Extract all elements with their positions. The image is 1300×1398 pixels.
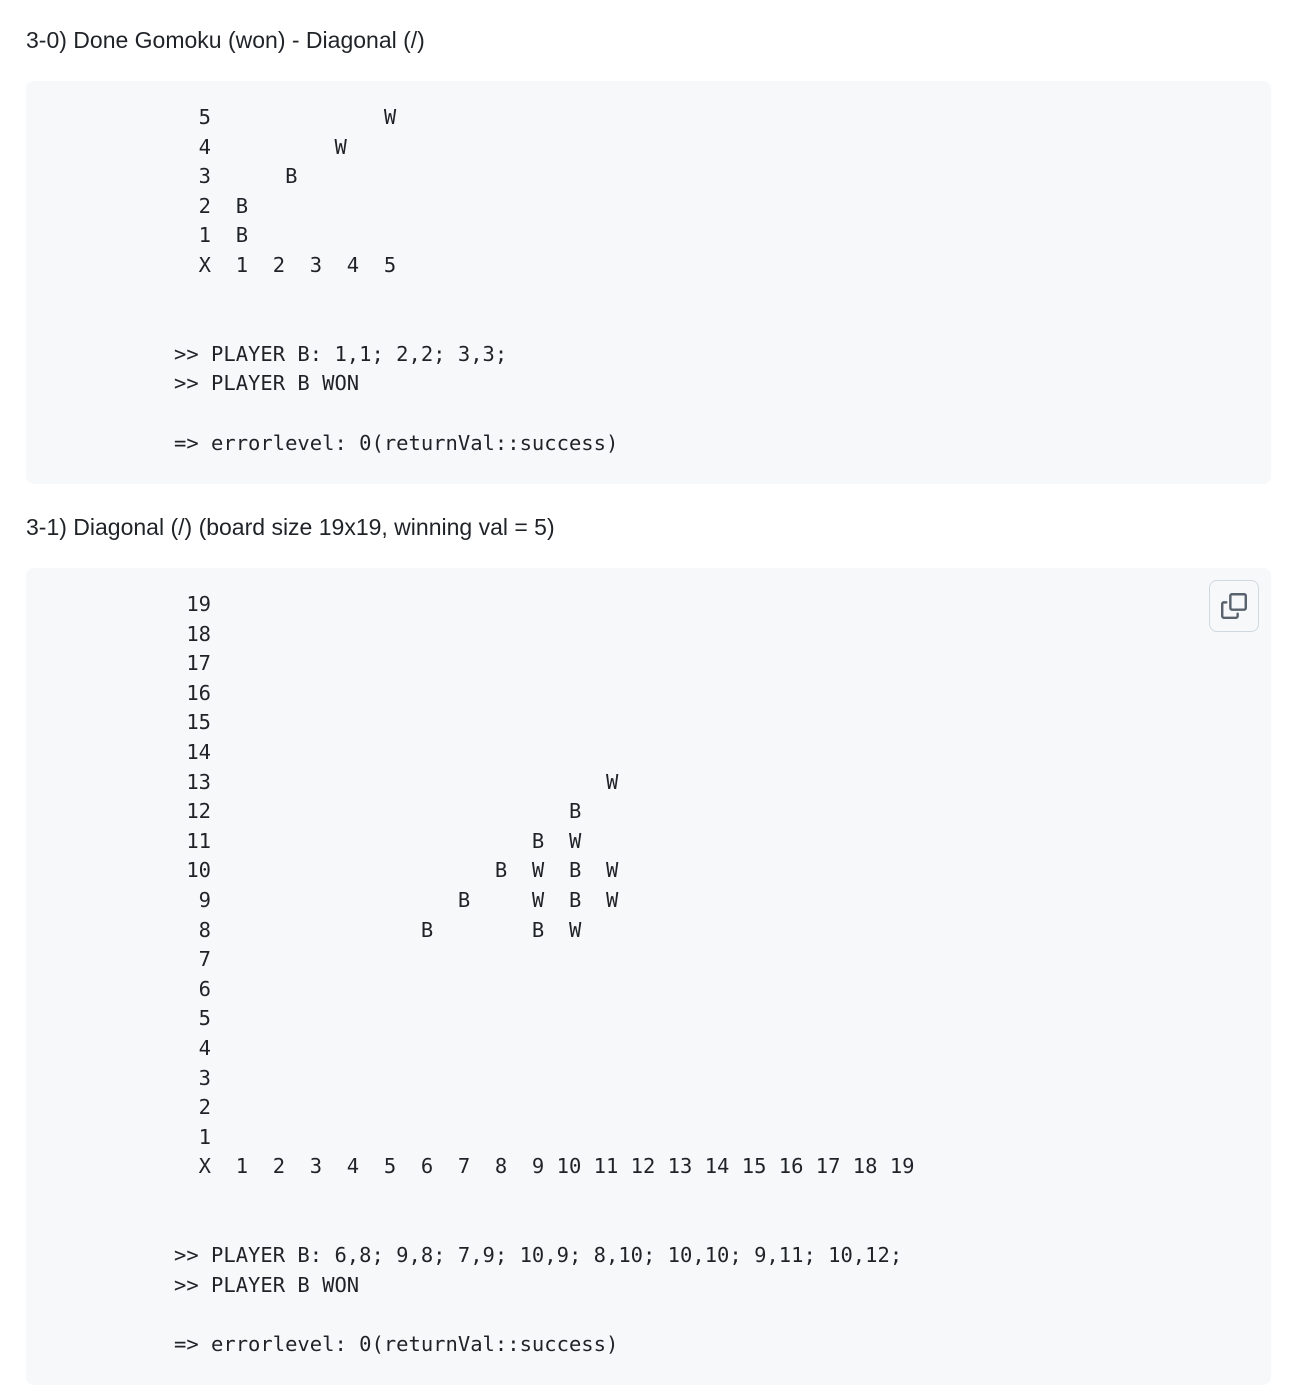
code-block-diagonal-19x19: 19 18 17 16 15 14 13 W 12 B 11 B W 10 B … <box>26 568 1271 1385</box>
code-block-diagonal-done: 5 W 4 W 3 B 2 B 1 B X 1 2 3 4 5 >> PLAYE… <box>26 81 1271 484</box>
section-title-diagonal-19x19: 3-1) Diagonal (/) (board size 19x19, win… <box>26 514 555 540</box>
section-title-diagonal-done: 3-0) Done Gomoku (won) - Diagonal (/) <box>26 27 425 53</box>
copy-icon <box>1221 593 1247 619</box>
board-display: 5 W 4 W 3 B 2 B 1 B X 1 2 3 4 5 <box>198 105 397 277</box>
code-output: 5 W 4 W 3 B 2 B 1 B X 1 2 3 4 5 >> PLAYE… <box>174 103 618 458</box>
log-output: >> PLAYER B: 6,8; 9,8; 7,9; 10,9; 8,10; … <box>174 1243 903 1356</box>
log-output: >> PLAYER B: 1,1; 2,2; 3,3; >> PLAYER B … <box>174 341 619 455</box>
board-display: 19 18 17 16 15 14 13 W 12 B 11 B W 10 B … <box>186 592 915 1179</box>
copy-button[interactable] <box>1209 580 1259 632</box>
code-output: 19 18 17 16 15 14 13 W 12 B 11 B W 10 B … <box>174 590 915 1359</box>
